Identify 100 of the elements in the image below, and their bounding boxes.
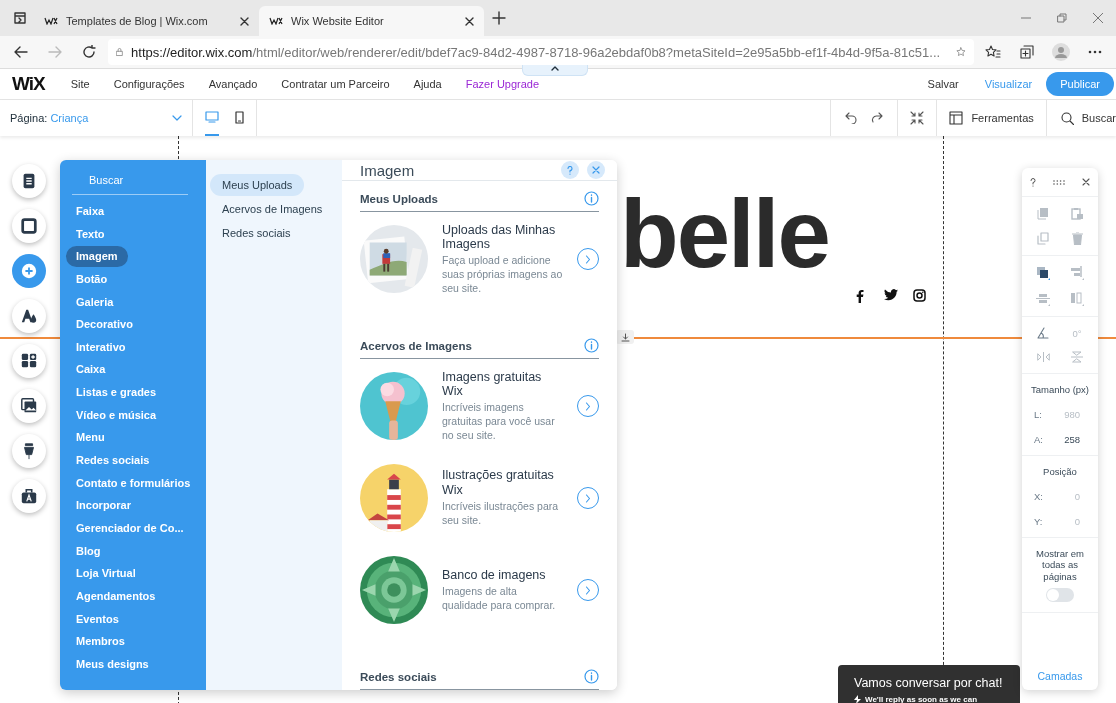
top-nav-link[interactable]: Site bbox=[58, 78, 102, 90]
element-category[interactable]: Meus designs bbox=[66, 653, 159, 675]
tools-button[interactable]: Ferramentas bbox=[971, 112, 1034, 124]
subcategory-item[interactable]: Acervos de Imagens bbox=[210, 198, 335, 220]
close-icon[interactable] bbox=[465, 16, 474, 26]
close-button[interactable] bbox=[587, 161, 605, 179]
element-category[interactable]: Incorporar bbox=[66, 495, 141, 517]
item-title[interactable]: Imagens gratuitas Wix bbox=[442, 369, 563, 399]
element-category[interactable]: Vídeo e música bbox=[66, 404, 167, 426]
element-category[interactable]: Blog bbox=[66, 540, 111, 562]
favicon-icon bbox=[44, 17, 58, 25]
angle-icon[interactable] bbox=[1037, 327, 1049, 339]
close-icon[interactable] bbox=[1081, 178, 1090, 186]
item-title[interactable]: Uploads das Minhas Imagens bbox=[442, 222, 563, 252]
layers-link[interactable]: Camadas bbox=[1022, 662, 1098, 690]
item-title[interactable]: Banco de imagens bbox=[442, 567, 563, 583]
element-category[interactable]: Listas e grades bbox=[66, 382, 167, 404]
element-category[interactable]: Caixa bbox=[66, 359, 116, 381]
logo[interactable]: WiX bbox=[12, 73, 45, 95]
help-button[interactable] bbox=[561, 161, 579, 179]
top-nav-link[interactable]: Fazer Upgrade bbox=[453, 78, 552, 90]
chevron-right-icon[interactable] bbox=[585, 585, 591, 595]
question-icon[interactable] bbox=[567, 165, 573, 175]
apps-grid-icon[interactable] bbox=[12, 344, 46, 378]
chevron-right-button[interactable] bbox=[577, 395, 599, 417]
align-icon[interactable] bbox=[1070, 266, 1084, 280]
chevron-right-button[interactable] bbox=[577, 579, 599, 601]
star-icon[interactable] bbox=[956, 45, 966, 59]
element-category[interactable]: Decorativo bbox=[66, 314, 143, 336]
chevron-right-button[interactable] bbox=[577, 487, 599, 509]
search-icon[interactable] bbox=[1060, 111, 1074, 125]
element-category[interactable]: Galeria bbox=[66, 291, 124, 313]
chat-banner[interactable]: Vamos conversar por chat! We'll reply as soon as we can bbox=[838, 665, 1020, 703]
paste-icon[interactable] bbox=[1071, 207, 1083, 220]
browser-tab[interactable]: Wix Website Editor bbox=[259, 6, 484, 36]
copy-icon[interactable] bbox=[1037, 207, 1049, 220]
chevron-right-button[interactable] bbox=[577, 248, 599, 270]
chevron-down-icon[interactable] bbox=[172, 115, 182, 121]
element-category[interactable]: Agendamentos bbox=[66, 585, 166, 607]
element-category[interactable]: Membros bbox=[66, 631, 135, 653]
rotation-value[interactable]: 0° bbox=[1072, 327, 1082, 339]
plus-icon[interactable] bbox=[12, 254, 46, 288]
pages-icon[interactable] bbox=[12, 164, 46, 198]
help-icon[interactable] bbox=[1030, 177, 1037, 187]
facebook-icon[interactable] bbox=[855, 289, 865, 303]
font-drop-icon[interactable] bbox=[12, 299, 46, 333]
chevron-right-icon[interactable] bbox=[585, 493, 591, 503]
distribute-icon[interactable] bbox=[1036, 292, 1050, 306]
toggle-switch[interactable] bbox=[1046, 588, 1074, 603]
photo-stack-icon[interactable] bbox=[12, 389, 46, 423]
close-icon[interactable] bbox=[240, 16, 249, 26]
address-field[interactable]: https://editor.wix.com/html/editor/web/renderer/edit/bdef7ac9-84d2-4987-8718-96a2ebdaf0b8?metaSiteId=2e95a5bb-ef1f-4b4d-9f5a-81c51... bbox=[108, 39, 974, 65]
lightning-icon bbox=[854, 695, 861, 703]
element-category[interactable]: Texto bbox=[66, 223, 115, 245]
match-size-icon[interactable] bbox=[1070, 292, 1084, 306]
arrange-icon[interactable] bbox=[1036, 266, 1050, 280]
flip-horizontal-icon[interactable] bbox=[1036, 352, 1050, 362]
bird-icon[interactable] bbox=[884, 289, 898, 301]
publish-button[interactable]: Publicar bbox=[1046, 72, 1114, 96]
save-link[interactable]: Salvar bbox=[915, 78, 971, 90]
search-field[interactable]: Buscar bbox=[89, 174, 179, 186]
item-description: Imagens de alta qualidade para comprar. bbox=[442, 585, 557, 613]
undo-icon[interactable] bbox=[845, 112, 858, 124]
item-title[interactable]: Ilustrações gratuitas Wix bbox=[442, 468, 563, 498]
redo-icon[interactable] bbox=[871, 112, 884, 124]
top-nav-link[interactable]: Contratar um Parceiro bbox=[269, 78, 402, 90]
element-category[interactable]: Faixa bbox=[66, 201, 115, 222]
chevron-right-icon[interactable] bbox=[585, 254, 591, 264]
element-category[interactable]: Botão bbox=[66, 268, 118, 290]
flip-vertical-icon[interactable] bbox=[1071, 351, 1083, 363]
top-nav-link[interactable]: Avançado bbox=[196, 78, 270, 90]
subcategory-item[interactable]: Redes sociais bbox=[210, 222, 303, 244]
info-icon[interactable] bbox=[584, 669, 599, 684]
top-nav-link[interactable]: Configurações bbox=[101, 78, 197, 90]
drag-handle-icon[interactable] bbox=[1053, 179, 1065, 185]
info-icon[interactable] bbox=[584, 338, 599, 353]
camera-icon[interactable] bbox=[913, 289, 926, 302]
element-category[interactable]: Menu bbox=[66, 427, 115, 449]
zoom-out-icon[interactable] bbox=[910, 111, 925, 125]
element-category[interactable]: Gerenciador de Co... bbox=[66, 517, 194, 539]
tools-icon[interactable] bbox=[949, 111, 964, 125]
briefcase-icon[interactable] bbox=[12, 479, 46, 513]
subcategory-item[interactable]: Meus Uploads bbox=[210, 174, 305, 196]
caret-up-icon[interactable] bbox=[551, 66, 559, 71]
chevron-right-icon[interactable] bbox=[585, 401, 591, 411]
element-category[interactable]: Redes sociais bbox=[66, 450, 160, 472]
element-category[interactable]: Eventos bbox=[66, 608, 129, 630]
search-button[interactable]: Buscar bbox=[1081, 112, 1116, 124]
preview-link[interactable]: Visualizar bbox=[970, 78, 1047, 90]
duplicate-icon[interactable] bbox=[1037, 232, 1049, 245]
element-category[interactable]: Imagem bbox=[66, 246, 128, 268]
element-category[interactable]: Loja Virtual bbox=[66, 563, 146, 585]
top-nav-link[interactable]: Ajuda bbox=[401, 78, 454, 90]
element-category[interactable]: Contato e formulários bbox=[66, 472, 201, 494]
info-icon[interactable] bbox=[584, 191, 599, 206]
trash-icon[interactable] bbox=[1071, 232, 1083, 245]
browser-tab[interactable]: Templates de Blog | Wix.com bbox=[34, 6, 259, 36]
page-selector[interactable]: Página: Criança bbox=[10, 112, 89, 124]
size-field[interactable]: 258 bbox=[1064, 434, 1086, 445]
element-category[interactable]: Interativo bbox=[66, 336, 136, 358]
